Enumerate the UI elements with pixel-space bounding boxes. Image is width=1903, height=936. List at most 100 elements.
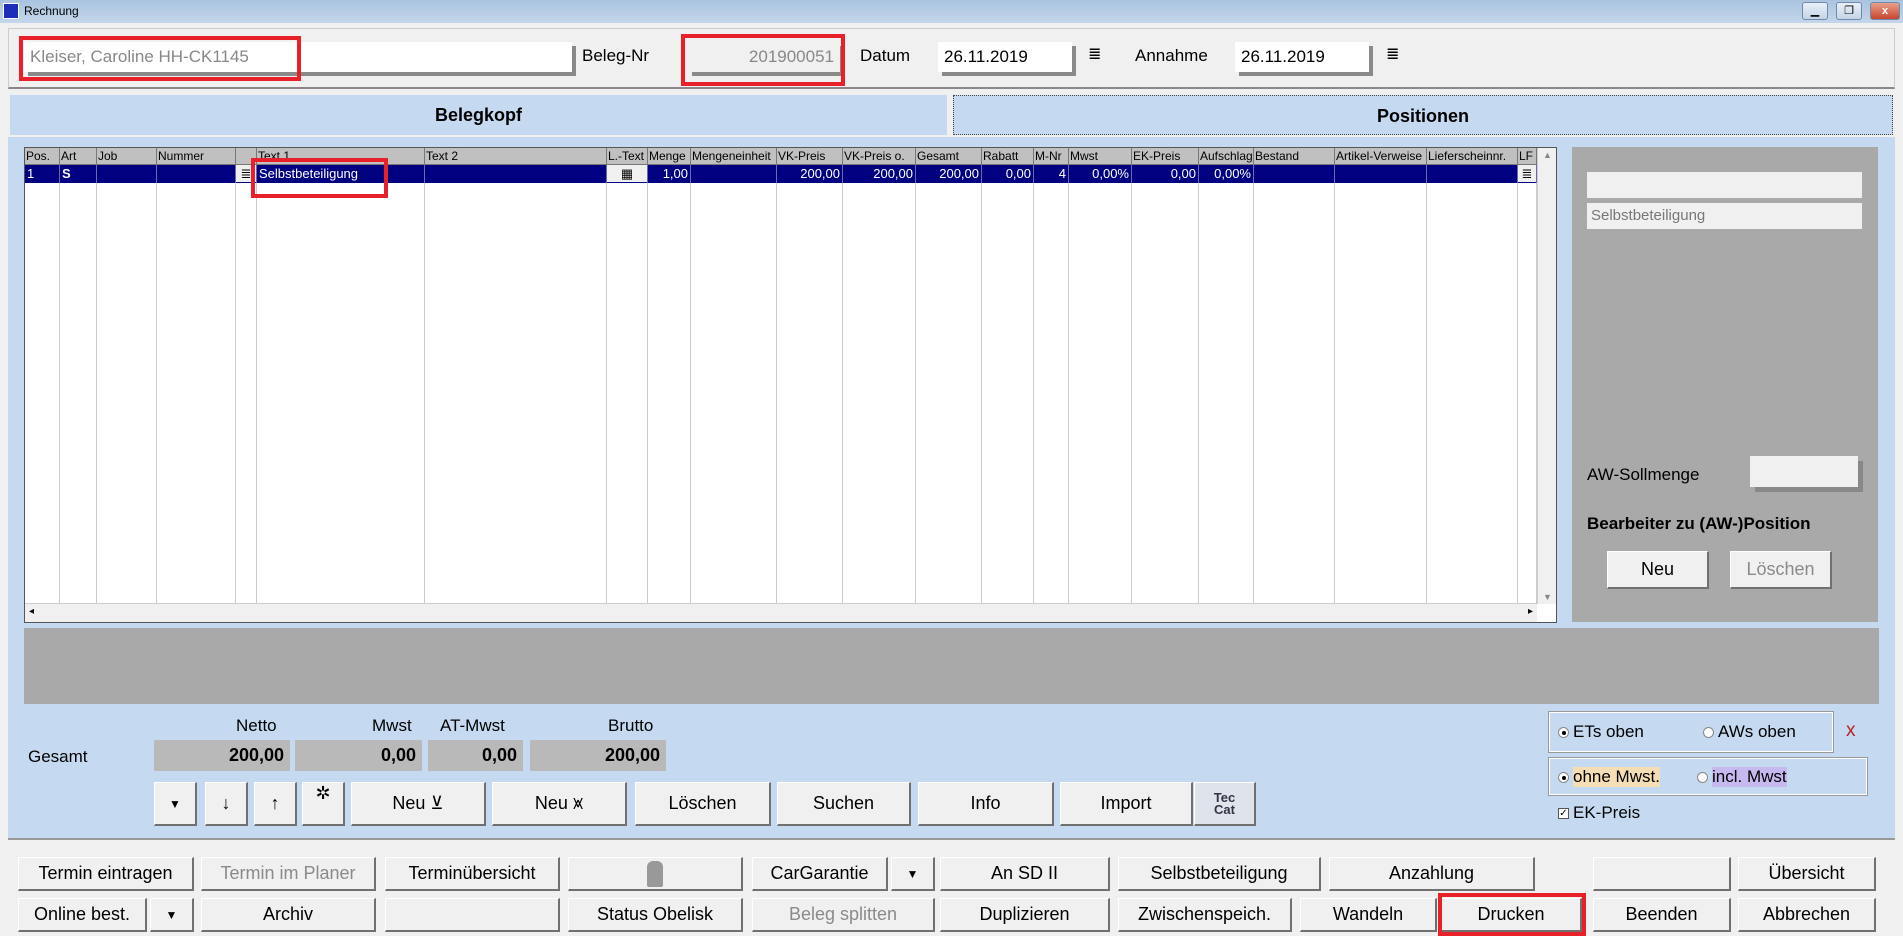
info-button[interactable]: Info [918,782,1054,826]
cargarantie-button[interactable]: CarGarantie [752,857,888,891]
grid-cell[interactable] [691,165,777,183]
grid-cell[interactable] [97,165,157,183]
column-header[interactable]: Mengeneinheit [691,148,777,165]
dropdown-button[interactable]: ▼ [150,898,194,932]
teccat-button[interactable]: Tec Cat [1194,782,1256,826]
grid-cell[interactable]: 200,00 [916,165,982,183]
incl-mwst-radio[interactable]: incl. Mwst [1697,767,1787,787]
move-down-button[interactable]: ↓ [205,782,248,826]
horizontal-scrollbar[interactable]: ◂ ▸ [25,603,1537,622]
status-obelisk-button[interactable]: Status Obelisk [568,898,743,932]
grid-cell[interactable] [157,165,236,183]
an-sd-ii-button[interactable]: An SD II [940,857,1110,891]
grid-cell[interactable]: 1,00 [648,165,691,183]
ek-preis-checkbox[interactable]: ✓ EK-Preis [1558,803,1640,823]
calendar-icon[interactable]: ≣ [1088,44,1101,64]
grid-cell[interactable]: 0,00% [1069,165,1132,183]
column-header[interactable]: Job [97,148,157,165]
column-header[interactable]: LF [1518,148,1537,165]
grid-cell[interactable] [425,165,607,183]
selbstbeteiligung-button[interactable]: Selbstbeteiligung [1118,857,1321,891]
close-button[interactable]: x [1870,2,1900,20]
column-header[interactable]: EK-Preis [1132,148,1199,165]
column-header[interactable]: Art [60,148,97,165]
ohne-mwst-radio[interactable]: ohne Mwst. [1558,767,1660,787]
column-header[interactable]: Gesamt [916,148,982,165]
column-header[interactable]: Text 2 [425,148,607,165]
grid-cell[interactable]: 200,00 [777,165,843,183]
tab-belegkopf[interactable]: Belegkopf [10,95,947,135]
grid-cell[interactable]: ▦ [607,165,648,183]
list-icon[interactable]: ≣ [1518,165,1536,182]
grid-cell[interactable] [1335,165,1427,183]
grid-cell[interactable]: 0,00 [982,165,1034,183]
column-header[interactable]: Pos. [25,148,60,165]
column-header[interactable]: L.-Text [607,148,648,165]
termin-eintragen-button[interactable]: Termin eintragen [18,857,194,891]
settings-button[interactable]: ✲ [302,782,345,826]
archiv-button[interactable]: Archiv [201,898,376,932]
logo-button[interactable] [568,857,743,891]
suchen-button[interactable]: Suchen [777,782,911,826]
grid-cell[interactable]: 0,00% [1199,165,1254,183]
column-header[interactable]: VK-Preis o. [843,148,916,165]
column-header[interactable]: Nummer [157,148,236,165]
empty-button[interactable] [1593,857,1731,891]
column-header[interactable]: M-Nr [1034,148,1069,165]
dropdown-button[interactable]: ▼ [154,782,197,826]
online-best--button[interactable]: Online best. [18,898,147,932]
wandeln-button[interactable]: Wandeln [1300,898,1437,932]
ets-oben-radio[interactable]: ETs oben [1558,722,1644,742]
grid-cell[interactable]: 1 [25,165,60,183]
bearbeiter-loeschen-button[interactable]: Löschen [1730,551,1832,589]
position-field-2[interactable]: Selbstbeteiligung [1587,203,1862,229]
sollmenge-field[interactable] [1750,456,1858,487]
termin-im-planer-button[interactable]: Termin im Planer [201,857,376,891]
dropdown-button[interactable]: ▼ [891,857,935,891]
grid-cell[interactable]: ≣ [1518,165,1537,183]
column-header[interactable]: Text 1 [257,148,425,165]
column-header[interactable]: Aufschlag [1199,148,1254,165]
close-icon[interactable]: x [1846,720,1856,742]
zwischenspeich--button[interactable]: Zwischenspeich. [1118,898,1292,932]
beleg-nr-field[interactable]: 201900051 [688,42,840,72]
terminübersicht-button[interactable]: Terminübersicht [385,857,560,891]
calendar-icon[interactable]: ≣ [1386,44,1399,64]
grid-cell[interactable]: 0,00 [1132,165,1199,183]
abbrechen-button[interactable]: Abbrechen [1738,898,1876,932]
vertical-scrollbar[interactable]: ▲ ▼ [1537,148,1556,604]
position-field-1[interactable] [1587,172,1862,198]
list-icon[interactable]: ≣ [236,165,256,182]
neu-between-button[interactable]: Neu ⩙ [492,782,627,826]
grid-cell[interactable]: 4 [1034,165,1069,183]
column-header[interactable]: Bestand [1254,148,1335,165]
column-header[interactable]: Lieferscheinnr. [1427,148,1518,165]
aws-oben-radio[interactable]: AWs oben [1703,722,1796,742]
column-header[interactable] [236,148,257,165]
drucken-button[interactable]: Drucken [1441,898,1582,932]
grid-cell[interactable]: ≣ [236,165,257,183]
loeschen-button[interactable]: Löschen [635,782,771,826]
neu-below-button[interactable]: Neu ⊻ [351,782,486,826]
bearbeiter-neu-button[interactable]: Neu [1607,551,1709,589]
annahme-field[interactable]: 26.11.2019 [1235,42,1369,72]
duplizieren-button[interactable]: Duplizieren [940,898,1110,932]
datum-field[interactable]: 26.11.2019 [938,42,1072,72]
column-header[interactable]: Mwst [1069,148,1132,165]
beenden-button[interactable]: Beenden [1593,898,1731,932]
import-button[interactable]: Import [1060,782,1193,826]
grid-cell[interactable]: S [60,165,97,183]
grid-cell[interactable]: 200,00 [843,165,916,183]
move-up-button[interactable]: ↑ [254,782,297,826]
column-header[interactable]: Menge [648,148,691,165]
positions-grid[interactable]: ◂ ▸ ▲ ▼ Pos. Art Job Nummer Text 1 Text 2 L.-Tex… [24,147,1557,623]
tab-positionen[interactable]: Positionen [953,95,1893,135]
empty-button[interactable] [385,898,560,932]
restore-button[interactable]: ❐ [1836,2,1862,20]
column-header[interactable]: Rabatt [982,148,1034,165]
minimize-button[interactable]: ▁ [1802,2,1828,20]
column-header[interactable]: Artikel-Verweise [1335,148,1427,165]
grid-cell[interactable] [1254,165,1335,183]
anzahlung-button[interactable]: Anzahlung [1329,857,1535,891]
column-header[interactable]: VK-Preis [777,148,843,165]
